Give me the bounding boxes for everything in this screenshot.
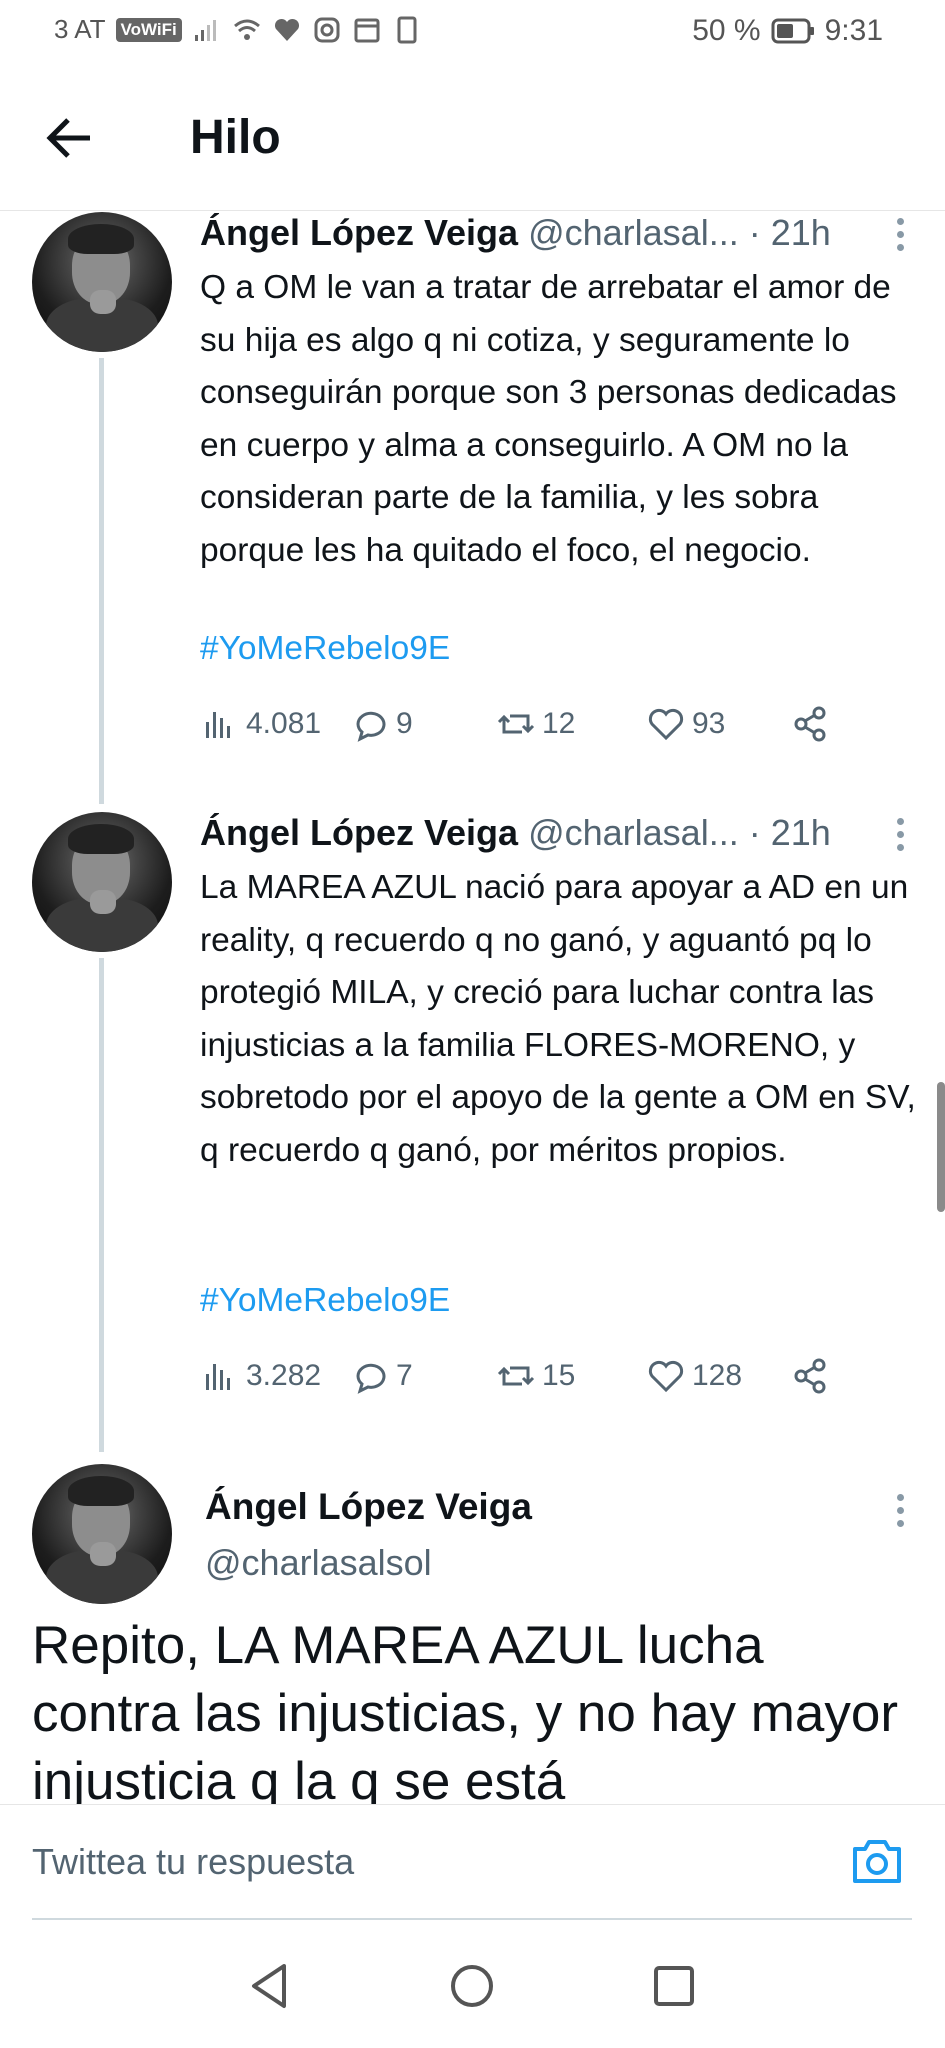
reply-input[interactable]: Twittea tu respuesta <box>32 1841 354 1883</box>
avatar[interactable] <box>32 812 172 952</box>
carrier-label: 3 AT <box>54 14 106 44</box>
tweet[interactable]: Ángel López Veiga @charlasal... · 21h La… <box>0 812 945 1412</box>
vowifi-badge: VoWiFi <box>115 17 182 42</box>
avatar[interactable] <box>32 1464 172 1604</box>
retweet-action[interactable]: 12 <box>496 704 575 744</box>
reply-action[interactable]: 9 <box>350 704 413 744</box>
views-action[interactable]: 4.081 <box>200 704 321 744</box>
avatar[interactable] <box>32 212 172 352</box>
tweet-header: Ángel López Veiga @charlasal... · 21h <box>200 812 900 854</box>
camera-icon[interactable] <box>849 1835 905 1887</box>
nav-back-icon[interactable] <box>242 1958 298 2014</box>
focused-tweet-text: Repito, LA MAREA AZUL lucha contra las i… <box>32 1616 899 1811</box>
views-icon <box>206 712 230 738</box>
reply-count: 9 <box>396 707 413 740</box>
hashtag-link[interactable]: #YoMeRebelo9E <box>200 630 450 668</box>
battery-percent: 50 % <box>692 14 761 47</box>
signal-icon <box>194 19 216 41</box>
like-action[interactable]: 93 <box>646 704 725 744</box>
system-nav-bar <box>0 1920 945 2048</box>
more-options-icon[interactable] <box>895 218 905 258</box>
status-bar: 3 AT VoWiFi 50 % 9:31 <box>0 0 945 66</box>
scrollbar[interactable] <box>937 1082 945 1212</box>
reply-composer[interactable]: Twittea tu respuesta <box>0 1804 945 1921</box>
author-handle[interactable]: @charlasal... <box>528 812 739 853</box>
sim-icon <box>397 16 417 43</box>
views-icon <box>206 1364 230 1390</box>
reply-count: 7 <box>396 1359 413 1392</box>
calendar-icon <box>354 18 380 42</box>
nav-recents-icon[interactable] <box>646 1958 702 2014</box>
instagram-icon <box>314 17 340 42</box>
author-name[interactable]: Ángel López Veiga <box>205 1486 532 1528</box>
author-name[interactable]: Ángel López Veiga <box>200 212 518 253</box>
retweet-count: 12 <box>542 707 576 740</box>
retweet-count: 15 <box>542 1359 576 1392</box>
wifi-icon <box>233 19 260 40</box>
tweet-text: La MAREA AZUL nació para apoyar a AD en … <box>200 869 926 1169</box>
share-icon <box>794 1358 826 1394</box>
hashtag-link[interactable]: #YoMeRebelo9E <box>200 1282 450 1320</box>
tweet-actions: 4.081 9 12 93 <box>200 704 860 754</box>
retweet-icon <box>497 714 535 734</box>
retweet-icon <box>497 1366 535 1386</box>
share-action[interactable] <box>790 704 830 744</box>
heart-health-icon <box>274 18 299 41</box>
like-count: 128 <box>692 1359 743 1392</box>
reply-action[interactable]: 7 <box>350 1356 413 1396</box>
clock: 9:31 <box>824 14 883 47</box>
more-options-icon[interactable] <box>895 1494 905 1534</box>
views-action[interactable]: 3.282 <box>200 1356 321 1396</box>
tweet-text: Q a OM le van a tratar de arrebatar el a… <box>200 269 906 569</box>
page-title: Hilo <box>190 111 281 164</box>
reply-icon <box>356 1363 386 1394</box>
retweet-action[interactable]: 15 <box>496 1356 575 1396</box>
author-handle[interactable]: @charlasalsol <box>205 1542 432 1584</box>
views-count: 4.081 <box>246 707 322 740</box>
nav-home-icon[interactable] <box>444 1958 500 2014</box>
tweet-time: · 21h <box>748 812 831 853</box>
tweet-actions: 3.282 7 15 128 <box>200 1356 860 1406</box>
reply-icon <box>356 711 386 742</box>
more-options-icon[interactable] <box>895 818 905 858</box>
author-name[interactable]: Ángel López Veiga <box>200 812 518 853</box>
tweet-time: · 21h <box>748 212 831 253</box>
battery-icon <box>771 18 814 44</box>
author-handle[interactable]: @charlasal... <box>528 212 739 253</box>
app-header: Hilo <box>0 66 945 211</box>
tweet[interactable]: Ángel López Veiga @charlasal... · 21h Q … <box>0 212 945 782</box>
like-count: 93 <box>692 707 726 740</box>
like-action[interactable]: 128 <box>646 1356 742 1396</box>
share-icon <box>794 706 826 742</box>
heart-icon <box>648 708 684 741</box>
heart-icon <box>648 1360 684 1393</box>
back-arrow-icon[interactable] <box>44 112 96 164</box>
views-count: 3.282 <box>246 1359 322 1392</box>
tweet-header: Ángel López Veiga @charlasal... · 21h <box>200 212 900 254</box>
share-action[interactable] <box>790 1356 830 1396</box>
